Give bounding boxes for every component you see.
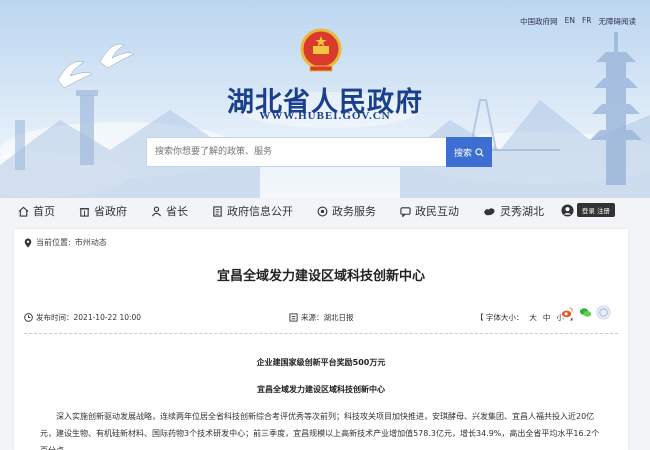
nav-info-disclosure[interactable]: 政府信息公开 — [212, 203, 293, 219]
top-links: 中国政府网 EN FR 无障碍阅读 — [520, 16, 636, 27]
service-icon — [317, 206, 328, 216]
search-icon — [475, 147, 484, 157]
article-title: 宜昌全域发力建设区域科技创新中心 — [216, 269, 425, 284]
nav-interaction-label: 政民互动 — [415, 205, 459, 218]
search-input[interactable] — [146, 137, 446, 167]
link-french[interactable]: FR — [582, 16, 592, 27]
wechat-share-icon[interactable] — [578, 305, 593, 320]
font-size-medium[interactable]: 中 — [543, 312, 551, 323]
link-accessibility[interactable]: 无障碍阅读 — [599, 16, 637, 27]
article-body: 深入实施创新驱动发展战略，连续两年位居全省科技创新综合考评优秀等次前列；科技攻关… — [40, 412, 600, 450]
national-emblem-icon — [300, 28, 342, 72]
nav-gov-services[interactable]: 政务服务 — [317, 203, 376, 219]
home-icon — [18, 206, 29, 217]
nav-hubei-scenery-label: 灵秀湖北 — [500, 205, 544, 218]
document-icon — [213, 205, 222, 217]
search-button-label: 搜索 — [453, 148, 472, 159]
nav-provincial-gov-label: 省政府 — [94, 205, 127, 218]
building-icon — [79, 207, 90, 217]
weibo-share-icon[interactable] — [560, 305, 575, 320]
nav-hubei-scenery[interactable]: 灵秀湖北 — [483, 203, 544, 219]
user-avatar-icon[interactable] — [561, 203, 574, 217]
map-icon — [484, 207, 495, 215]
article-source: 来源：湖北日报 — [289, 312, 354, 323]
article-card: 当前位置: 市州动态 宜昌全域发力建设区域科技创新中心 发布时间：2021-10… — [14, 229, 628, 450]
breadcrumb-item-city-news[interactable]: 市州动态 — [75, 237, 107, 248]
search-button[interactable]: 搜索 — [446, 137, 492, 167]
share-buttons — [560, 305, 611, 320]
article-subtitle-1: 企业建国家级创新平台奖励500万元 — [256, 358, 386, 367]
login-register-button[interactable]: 登录 注册 — [576, 203, 615, 217]
article-source-text: 来源：湖北日报 — [301, 312, 354, 322]
nav-governor[interactable]: 省长 — [151, 203, 188, 219]
search-box: 搜索 — [146, 137, 492, 167]
breadcrumb-prefix: 当前位置: — [36, 238, 71, 247]
font-size-label: 【 字体大小： — [476, 312, 524, 322]
article-meta: 发布时间：2021-10-22 10:00 来源：湖北日报 【 字体大小： 大 … — [24, 307, 618, 327]
nav-home[interactable]: 首页 — [18, 203, 55, 219]
breadcrumb: 当前位置: 市州动态 — [24, 237, 107, 248]
main-nav: 首页 省政府 省长 政府信息公开 政务服务 政民互动 灵秀湖北 — [0, 198, 650, 224]
font-size-large[interactable]: 大 — [529, 312, 537, 323]
location-pin-icon — [24, 238, 32, 247]
nav-governor-label: 省长 — [166, 205, 188, 218]
nav-provincial-gov[interactable]: 省政府 — [79, 203, 127, 219]
site-url: WWW.HUBEI.GOV.CN — [259, 110, 391, 122]
clock-icon — [24, 312, 33, 322]
nav-interaction[interactable]: 政民互动 — [400, 203, 459, 219]
nav-info-disclosure-label: 政府信息公开 — [227, 205, 293, 218]
link-gov-cn[interactable]: 中国政府网 — [520, 16, 558, 27]
nav-home-label: 首页 — [33, 205, 55, 218]
header-banner: 中国政府网 EN FR 无障碍阅读 湖北省人民政府 WWW.HUBEI.GOV.… — [0, 0, 650, 198]
login-area: 登录 注册 — [561, 203, 615, 217]
meta-divider — [24, 333, 618, 334]
chat-icon — [400, 206, 411, 217]
person-icon — [151, 206, 162, 216]
article-subtitle-2: 宜昌全域发力建设区域科技创新中心 — [257, 385, 385, 394]
publish-time-text: 发布时间：2021-10-22 10:00 — [36, 312, 142, 322]
publish-time: 发布时间：2021-10-22 10:00 — [24, 312, 141, 323]
qzone-share-icon[interactable] — [596, 305, 611, 320]
nav-gov-services-label: 政务服务 — [332, 205, 376, 218]
source-icon — [289, 312, 298, 322]
link-english[interactable]: EN — [565, 16, 575, 27]
